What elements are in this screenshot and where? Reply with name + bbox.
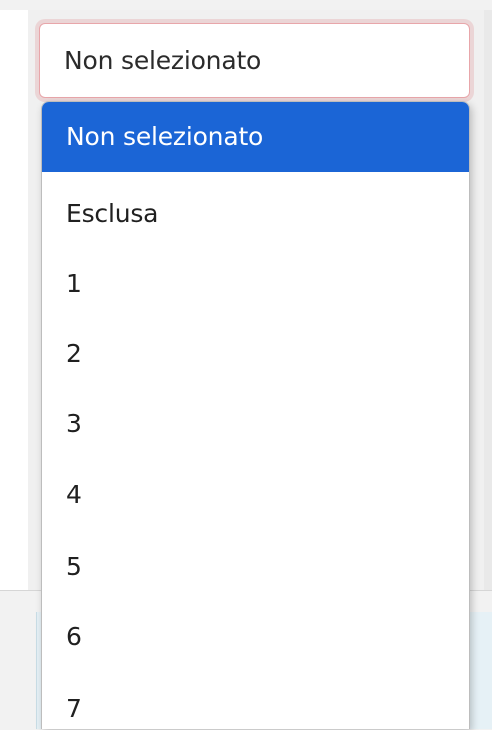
dropdown-option-esclusa[interactable]: Esclusa: [42, 179, 469, 249]
dropdown-option-non-selezionato[interactable]: Non selezionato: [42, 102, 469, 172]
dropdown-option-7[interactable]: 7: [42, 674, 469, 729]
dropdown-option-1[interactable]: 1: [42, 249, 469, 319]
dropdown-list[interactable]: Non selezionato Esclusa 1 2 3 4 5 6 7: [41, 101, 470, 729]
dropdown-option-3[interactable]: 3: [42, 389, 469, 459]
select-current-value: Non selezionato: [64, 46, 262, 75]
page-background-top: [0, 0, 492, 10]
page-background-right-edge: [484, 10, 492, 590]
select-field[interactable]: Non selezionato: [39, 23, 470, 98]
dropdown-option-6[interactable]: 6: [42, 602, 469, 672]
dropdown-option-5[interactable]: 5: [42, 532, 469, 602]
dropdown-option-2[interactable]: 2: [42, 319, 469, 389]
dropdown-option-4[interactable]: 4: [42, 460, 469, 530]
